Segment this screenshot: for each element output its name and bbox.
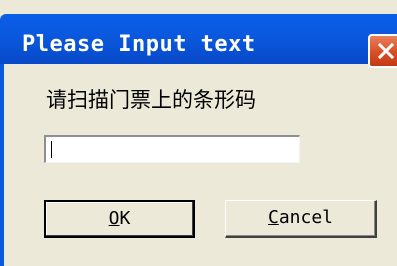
cancel-button-label: ancel (278, 207, 334, 228)
ok-button-label: K (119, 208, 131, 229)
input-dialog: Please Input text 请扫描门票上的条形码 OK Cancel (0, 0, 397, 266)
title-bar[interactable]: Please Input text (0, 14, 397, 68)
close-button[interactable] (368, 34, 397, 68)
cancel-button-mnemonic: C (267, 207, 279, 228)
close-icon (378, 43, 394, 59)
prompt-label: 请扫描门票上的条形码 (46, 88, 256, 112)
window-left-border (0, 64, 4, 266)
ok-button[interactable]: OK (44, 200, 195, 238)
cancel-button[interactable]: Cancel (225, 200, 377, 238)
dialog-title: Please Input text (22, 32, 256, 57)
ok-button-mnemonic: O (108, 208, 120, 229)
text-caret (51, 141, 52, 158)
barcode-input[interactable] (44, 135, 300, 163)
